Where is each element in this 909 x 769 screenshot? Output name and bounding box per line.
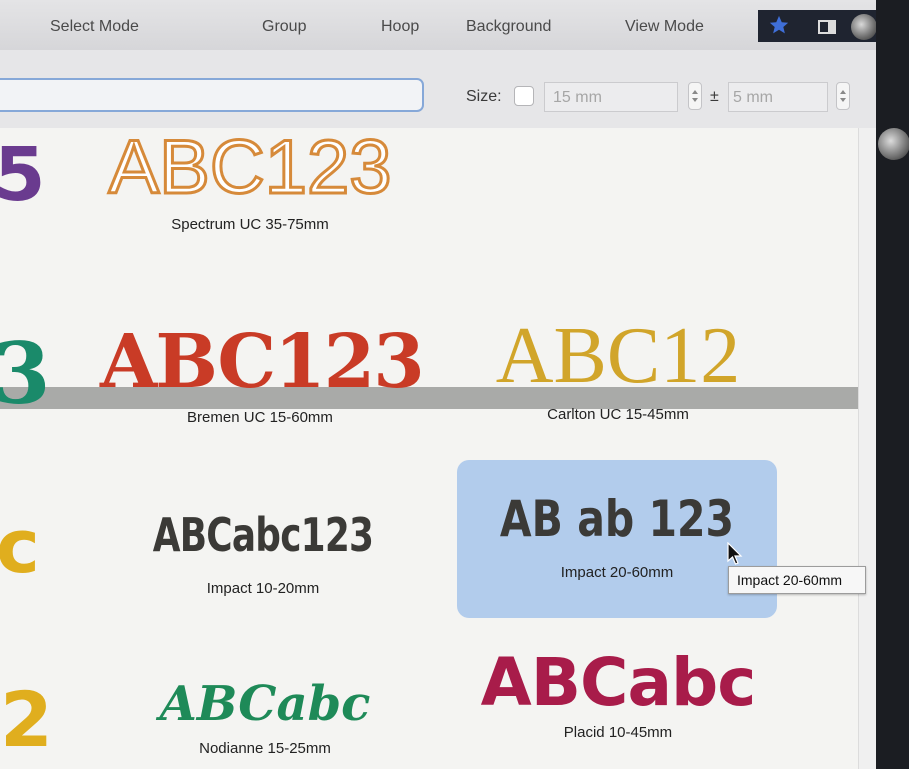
font-caption: Placid 10-45mm bbox=[563, 724, 673, 741]
avatar[interactable] bbox=[878, 128, 909, 160]
size-label: Size: bbox=[466, 88, 502, 105]
view-mode-button[interactable]: View Mode bbox=[625, 18, 704, 36]
font-sample: AB ab 123 bbox=[499, 490, 735, 548]
select-mode-button[interactable]: Select Mode bbox=[50, 18, 139, 36]
tolerance-input[interactable]: 5 mm bbox=[728, 82, 828, 112]
star-icon[interactable] bbox=[768, 14, 790, 36]
size-checkbox[interactable] bbox=[514, 86, 534, 106]
plus-minus-label: ± bbox=[710, 88, 719, 105]
background-button[interactable]: Background bbox=[466, 18, 551, 36]
font-sample: ABCabc bbox=[480, 644, 757, 721]
mouse-pointer-icon bbox=[727, 542, 743, 565]
font-sample: ABC12 bbox=[495, 312, 741, 400]
font-item-carlton[interactable]: ABC12 Carlton UC 15-45mm bbox=[468, 316, 768, 423]
font-sample: ABCabc bbox=[159, 676, 371, 732]
partial-sample-2: 3 bbox=[0, 324, 51, 423]
size-input[interactable]: 15 mm bbox=[544, 82, 678, 112]
vertical-scrollbar[interactable] bbox=[858, 128, 876, 769]
sidebar-toggle-icon[interactable] bbox=[818, 20, 836, 34]
font-sample: ABC123 bbox=[107, 125, 393, 210]
partial-sample-4: 2 bbox=[0, 675, 53, 764]
hoop-button[interactable]: Hoop bbox=[381, 18, 419, 36]
filter-bar: Size: 15 mm ± 5 mm bbox=[0, 50, 876, 129]
group-button[interactable]: Group bbox=[262, 18, 306, 36]
tolerance-stepper[interactable] bbox=[836, 82, 850, 110]
font-item-spectrum[interactable]: ABC123 Spectrum UC 35-75mm bbox=[90, 125, 410, 233]
font-caption: Bremen UC 15-60mm bbox=[187, 409, 333, 426]
font-caption: Carlton UC 15-45mm bbox=[547, 406, 689, 423]
toolbar: Select Mode Group Hoop Background View M… bbox=[0, 0, 876, 51]
font-sample: ABCabc123 bbox=[152, 508, 374, 562]
font-item-impact-20-60[interactable]: AB ab 123 Impact 20-60mm bbox=[467, 494, 767, 581]
font-caption: Nodianne 15-25mm bbox=[199, 740, 331, 757]
app-window: Select Mode Group Hoop Background View M… bbox=[0, 0, 876, 769]
size-stepper[interactable] bbox=[688, 82, 702, 110]
font-item-impact-10-20[interactable]: ABCabc123 Impact 10-20mm bbox=[108, 512, 418, 597]
font-item-placid[interactable]: ABCabc Placid 10-45mm bbox=[468, 644, 768, 742]
font-sample: ABC123 bbox=[100, 319, 425, 405]
font-item-nodianne[interactable]: ABCabc Nodianne 15-25mm bbox=[110, 680, 420, 757]
avatar[interactable] bbox=[851, 14, 876, 40]
font-item-bremen[interactable]: ABC123 Bremen UC 15-60mm bbox=[100, 319, 425, 426]
partial-sample-1: 5 bbox=[0, 132, 46, 218]
search-input[interactable] bbox=[0, 78, 424, 112]
partial-sample-3: c bbox=[0, 504, 40, 590]
font-caption: Spectrum UC 35-75mm bbox=[171, 216, 329, 233]
tooltip: Impact 20-60mm bbox=[728, 566, 866, 594]
font-caption: Impact 10-20mm bbox=[206, 580, 320, 597]
font-caption: Impact 20-60mm bbox=[560, 564, 674, 581]
